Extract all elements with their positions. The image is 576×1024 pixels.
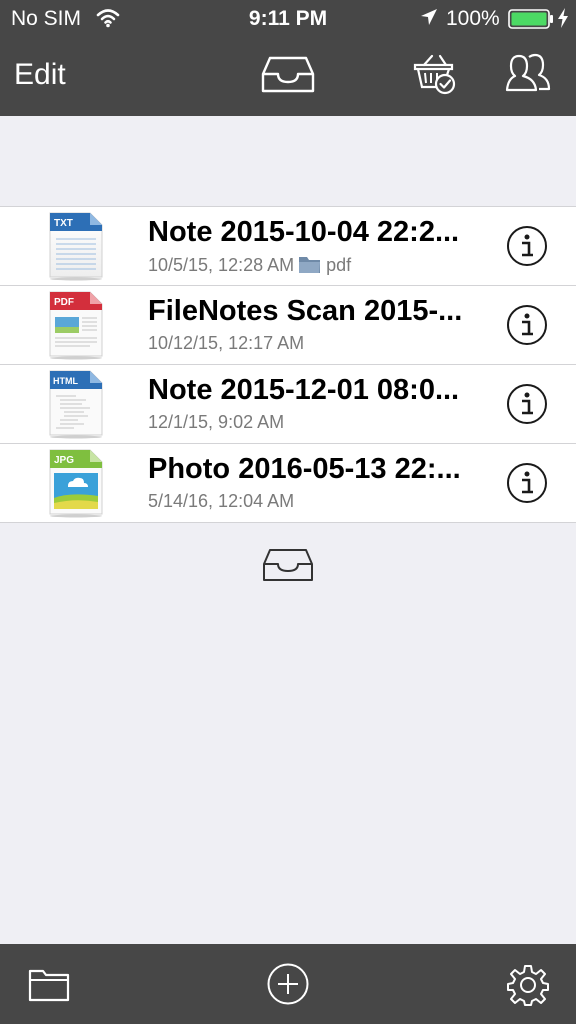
file-type-label: TXT [54, 218, 73, 229]
users-icon[interactable] [505, 53, 551, 98]
inbox-tray-icon[interactable] [262, 548, 314, 587]
file-title: Note 2015-10-04 22:2... [148, 216, 460, 248]
info-button[interactable] [506, 383, 548, 425]
file-title: Photo 2016-05-13 22:... [148, 453, 461, 485]
file-date: 10/5/15, 12:28 AM [148, 255, 295, 275]
folder-label: pdf [326, 255, 352, 275]
battery-icon [508, 9, 554, 35]
info-button[interactable] [506, 304, 548, 346]
file-type-label: HTML [53, 376, 78, 386]
folder-icon[interactable] [28, 966, 70, 1007]
file-date: 12/1/15, 9:02 AM [148, 412, 285, 432]
pdf-file-icon: PDF [46, 290, 108, 360]
info-button[interactable] [506, 462, 548, 504]
file-date: 5/14/16, 12:04 AM [148, 491, 295, 511]
file-date: 10/12/15, 12:17 AM [148, 333, 305, 353]
file-subtitle: 12/1/15, 9:02 AM [148, 412, 284, 433]
charging-bolt-icon [557, 8, 569, 34]
inbox-tray-icon[interactable] [261, 56, 315, 99]
file-row-3[interactable]: JPG Photo 2016-05-13 22:... 5/14/16, 12:… [0, 444, 576, 522]
html-file-icon: HTML [46, 369, 108, 439]
battery-percent: 100% [446, 7, 500, 30]
file-row-1[interactable]: PDF FileNotes Scan 2015-... 10/12/15, 12… [0, 286, 576, 365]
edit-button[interactable]: Edit [14, 58, 66, 92]
folder-small-icon [298, 254, 322, 279]
txt-file-icon: TXT [46, 211, 108, 281]
file-row-2[interactable]: HTML Note 2015-12-01 08:0... 12/1/15, 9:… [0, 365, 576, 444]
file-subtitle: 10/12/15, 12:17 AM [148, 333, 304, 354]
basket-check-icon[interactable] [412, 53, 458, 100]
file-title: Note 2015-12-01 08:0... [148, 374, 460, 406]
file-subtitle: 10/5/15, 12:28 AM pdf [148, 254, 351, 279]
location-arrow-icon [420, 8, 438, 32]
top-bar: No SIM 9:11 PM 100% Edit [0, 0, 576, 116]
file-list: TXT Note 2015-10-04 22:2... 10/5/15, 12:… [0, 206, 576, 523]
search-area [0, 116, 576, 206]
settings-gear-icon[interactable] [506, 963, 550, 1012]
file-title: FileNotes Scan 2015-... [148, 295, 463, 327]
bottom-toolbar [0, 944, 576, 1024]
file-subtitle: 5/14/16, 12:04 AM [148, 491, 294, 512]
info-button[interactable] [506, 225, 548, 267]
file-row-0[interactable]: TXT Note 2015-10-04 22:2... 10/5/15, 12:… [0, 207, 576, 286]
add-circle-icon[interactable] [266, 962, 310, 1011]
file-type-label: JPG [54, 455, 74, 466]
file-type-label: PDF [54, 297, 74, 308]
jpg-file-icon: JPG [46, 448, 108, 518]
status-bar: No SIM 9:11 PM 100% [0, 0, 576, 40]
